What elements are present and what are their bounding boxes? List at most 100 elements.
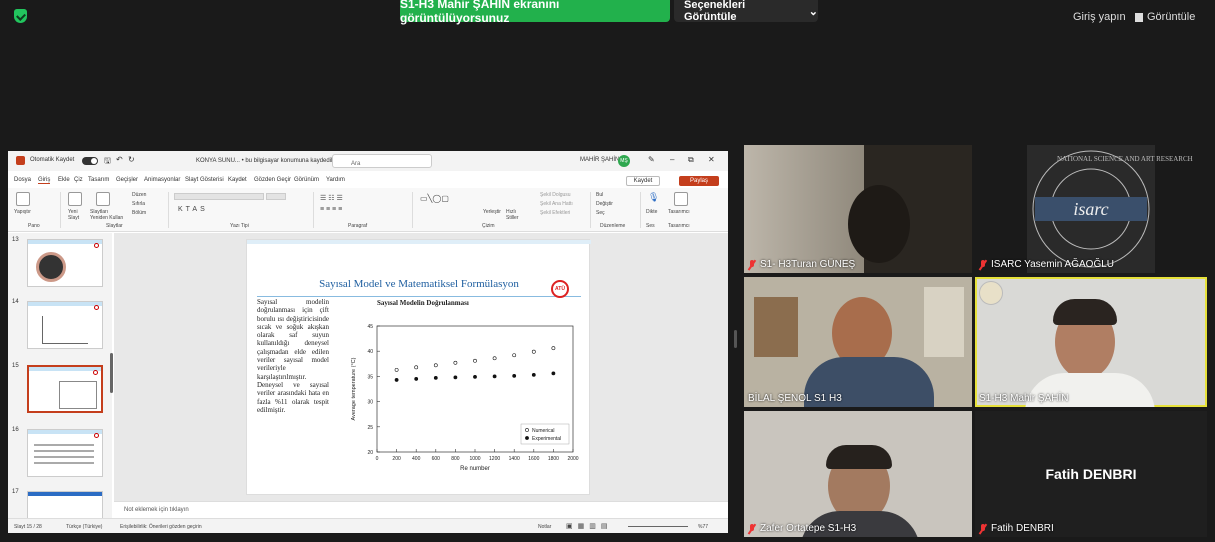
ribbon-separator bbox=[60, 192, 61, 228]
sign-in-link[interactable]: Giriş yapın bbox=[1073, 11, 1126, 23]
quick-styles-label[interactable]: Hızlı Stiller bbox=[506, 209, 528, 221]
close-icon[interactable]: ✕ bbox=[708, 155, 715, 164]
font-size-select[interactable] bbox=[266, 193, 286, 200]
slide-thumbnail[interactable]: 13 bbox=[10, 237, 110, 297]
university-logo: ATÜ bbox=[551, 280, 569, 298]
shared-screen-powerpoint[interactable]: Otomatik Kaydet 🖫 ↶ ↻ KONYA SUNU... • bu… bbox=[8, 151, 728, 533]
x-tick-label: 1800 bbox=[548, 456, 559, 462]
notes-pane[interactable]: Not eklemek için tıklayın bbox=[114, 501, 728, 517]
menu-gozden-gecir[interactable]: Gözden Geçir bbox=[254, 177, 291, 183]
view-options-button[interactable]: Seçenekleri Görüntüle ⌄ bbox=[674, 0, 818, 23]
thumb-image[interactable] bbox=[27, 429, 103, 477]
ppt-filename[interactable]: KONYA SUNU... • bu bilgisayar konumuna k… bbox=[196, 157, 344, 164]
replace-button[interactable]: Değiştir bbox=[596, 201, 613, 207]
ppt-share-button[interactable]: Paylaş bbox=[679, 176, 719, 186]
panel-resize-handle[interactable] bbox=[734, 330, 737, 348]
menu-kaydet[interactable]: Kaydet bbox=[228, 177, 247, 183]
participant-tile-video-off[interactable]: Fatih DENBRI Fatih DENBRI bbox=[975, 411, 1207, 537]
minimize-icon[interactable]: – bbox=[670, 155, 674, 164]
participant-name-label: S1- H3Turan GÜNEŞ bbox=[760, 259, 856, 270]
ribbon-separator bbox=[640, 192, 641, 228]
ppt-user-name[interactable]: MAHİR ŞAHİN bbox=[580, 157, 619, 163]
autosave-toggle[interactable] bbox=[82, 157, 98, 165]
find-button[interactable]: Bul bbox=[596, 192, 603, 198]
menu-ciz[interactable]: Çiz bbox=[74, 177, 83, 183]
participant-name: Zafer Ortatepe S1-H3 bbox=[748, 523, 856, 534]
designer-icon[interactable] bbox=[674, 192, 688, 206]
group-ses: Ses bbox=[646, 223, 655, 229]
menu-ekle[interactable]: Ekle bbox=[58, 177, 70, 183]
list-icons[interactable]: ☰ ☷ ☰ bbox=[320, 194, 343, 202]
avatar[interactable]: MŞ bbox=[618, 155, 630, 167]
paste-icon[interactable] bbox=[16, 192, 30, 206]
undo-icon[interactable]: ↶ bbox=[116, 155, 123, 164]
participant-silhouette bbox=[848, 185, 910, 263]
slide-counter: Slayt 15 / 28 bbox=[14, 524, 42, 530]
reset-button[interactable]: Sıfırla bbox=[132, 201, 145, 207]
numerical-point bbox=[414, 365, 419, 370]
x-tick-label: 200 bbox=[392, 456, 401, 462]
participant-tile[interactable]: Zafer Ortatepe S1-H3 bbox=[744, 411, 972, 537]
ppt-status-bar: Slayt 15 / 28 Türkçe (Türkiye) Erişilebi… bbox=[8, 518, 728, 533]
menu-giris[interactable]: Giriş bbox=[38, 177, 51, 184]
experimental-point bbox=[512, 373, 517, 378]
menu-yardim[interactable]: Yardım bbox=[326, 177, 345, 183]
menu-gorunum[interactable]: Görünüm bbox=[294, 177, 319, 183]
isarc-logo-ring-text: NATIONAL SCIENCE AND ART RESEARCH bbox=[1057, 155, 1193, 163]
thumb-image[interactable] bbox=[27, 365, 103, 413]
view-mode-icons[interactable]: ▣▦▥▤ bbox=[566, 522, 612, 530]
menu-dosya[interactable]: Dosya bbox=[14, 177, 31, 183]
section-button[interactable]: Bölüm bbox=[132, 210, 146, 216]
menu-slayt-gosterisi[interactable]: Slayt Gösterisi bbox=[185, 177, 224, 183]
view-options-label: Seçenekleri Görüntüle bbox=[684, 0, 746, 23]
arrange-label[interactable]: Yerleştir bbox=[483, 209, 501, 215]
x-tick-label: 2000 bbox=[567, 456, 578, 462]
menu-tasarim[interactable]: Tasarım bbox=[88, 177, 109, 183]
notes-button[interactable]: Notlar bbox=[538, 524, 551, 530]
menu-animasyonlar[interactable]: Animasyonlar bbox=[144, 177, 180, 183]
font-format-icons[interactable]: KTAS bbox=[178, 206, 208, 213]
thumb-image[interactable] bbox=[27, 301, 103, 349]
group-pano: Pano bbox=[28, 223, 40, 229]
participant-tile[interactable]: isarc NATIONAL SCIENCE AND ART RESEARCH … bbox=[975, 145, 1207, 273]
participant-tile[interactable]: BİLAL ŞENOL S1 H3 bbox=[744, 277, 972, 407]
shape-fill-button[interactable]: Şekil Dolgusu bbox=[540, 192, 571, 198]
mic-muted-icon bbox=[748, 259, 756, 270]
participant-tile[interactable]: S1- H3Turan GÜNEŞ bbox=[744, 145, 972, 273]
thumbnail-scrollbar[interactable] bbox=[110, 353, 113, 393]
shapes-gallery[interactable]: ▭╲◯▢ bbox=[420, 194, 449, 203]
pen-icon[interactable]: ✎ bbox=[648, 155, 655, 164]
select-button[interactable]: Seç bbox=[596, 210, 605, 216]
numerical-point bbox=[512, 353, 517, 358]
view-button[interactable]: Görüntüle bbox=[1135, 11, 1195, 23]
ribbon-separator bbox=[313, 192, 314, 228]
zoom-slider[interactable] bbox=[628, 526, 688, 527]
slide-thumbnail-selected[interactable]: 15 bbox=[10, 363, 110, 423]
slide-thumbnail[interactable]: 16 bbox=[10, 427, 110, 487]
layout-button[interactable]: Düzen bbox=[132, 192, 146, 198]
title-underline bbox=[257, 296, 581, 297]
redo-icon[interactable]: ↻ bbox=[128, 155, 135, 164]
experimental-point bbox=[492, 374, 497, 379]
shape-outline-button[interactable]: Şekil Ana Hattı bbox=[540, 201, 573, 207]
new-slide-icon[interactable] bbox=[68, 192, 82, 206]
save-icon[interactable]: 🖫 bbox=[104, 155, 111, 169]
participant-tile-active-speaker[interactable]: S1-H3 Mahir ŞAHİN bbox=[975, 277, 1207, 407]
align-icons[interactable]: ≡ ≡ ≡ ≡ bbox=[320, 206, 342, 213]
thumb-image[interactable] bbox=[27, 239, 103, 287]
shield-icon[interactable] bbox=[14, 9, 27, 23]
accessibility-status[interactable]: Erişilebilirlik: Önerileri gözden geçiri… bbox=[120, 524, 202, 530]
restore-icon[interactable]: ⧉ bbox=[688, 155, 694, 165]
current-slide[interactable]: Sayısal Model ve Matematiksel Formülasyo… bbox=[246, 239, 591, 495]
microphone-icon[interactable]: 🎙 bbox=[648, 192, 659, 203]
x-tick-label: 400 bbox=[412, 456, 421, 462]
language-status[interactable]: Türkçe (Türkiye) bbox=[66, 524, 102, 530]
ppt-save-button[interactable]: Kaydet bbox=[626, 176, 660, 186]
shape-effects-button[interactable]: Şekil Efektleri bbox=[540, 210, 570, 216]
slide-thumbnail[interactable]: 14 bbox=[10, 299, 110, 359]
font-name-select[interactable] bbox=[174, 193, 264, 200]
menu-gecisler[interactable]: Geçişler bbox=[116, 177, 138, 183]
reuse-slides-icon[interactable] bbox=[96, 192, 110, 206]
ppt-search-input[interactable]: Ara bbox=[332, 154, 432, 168]
zoom-level[interactable]: %77 bbox=[698, 524, 708, 530]
